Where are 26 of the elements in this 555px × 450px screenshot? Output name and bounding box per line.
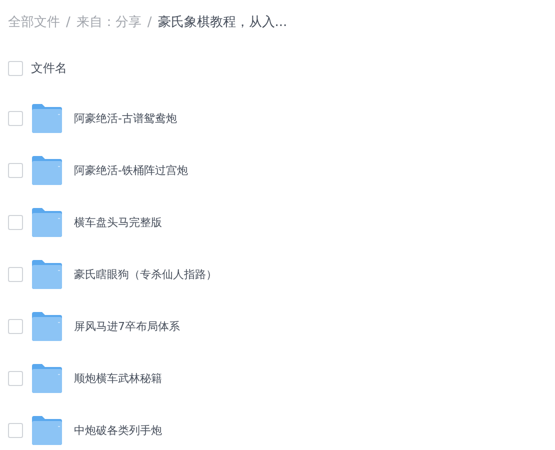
row-checkbox[interactable]: [8, 318, 23, 334]
folder-icon: [32, 156, 62, 184]
file-name[interactable]: 屏风马进7卒布局体系: [74, 318, 180, 334]
breadcrumb-link[interactable]: 豪氏象棋教程，从入...: [158, 13, 288, 31]
folder-icon: [32, 312, 62, 340]
breadcrumb-separator: /: [147, 14, 152, 30]
row-checkbox[interactable]: [8, 162, 23, 178]
breadcrumb-separator: /: [66, 14, 70, 30]
row-checkbox[interactable]: [8, 370, 23, 386]
file-name[interactable]: 中炮破各类列手炮: [74, 422, 162, 438]
file-name[interactable]: 豪氏瞎眼狗（专杀仙人指路）: [74, 266, 217, 282]
row-checkbox[interactable]: [8, 422, 23, 438]
folder-icon: [32, 260, 62, 288]
select-all-checkbox[interactable]: [8, 60, 23, 76]
column-header: 文件名: [31, 60, 67, 76]
row-checkbox[interactable]: [8, 214, 23, 230]
row-checkbox[interactable]: [8, 110, 23, 126]
file-name[interactable]: 阿豪绝活-铁桶阵过宫炮: [74, 162, 188, 178]
file-name[interactable]: 横车盘头马完整版: [74, 214, 162, 230]
file-name[interactable]: 阿豪绝活-古谱鸳鸯炮: [74, 110, 177, 126]
file-name[interactable]: 顺炮横车武林秘籍: [74, 370, 162, 386]
folder-icon: [32, 416, 62, 444]
folder-icon: [32, 208, 62, 236]
folder-icon: [32, 104, 62, 132]
row-checkbox[interactable]: [8, 266, 23, 282]
folder-icon: [32, 364, 62, 392]
